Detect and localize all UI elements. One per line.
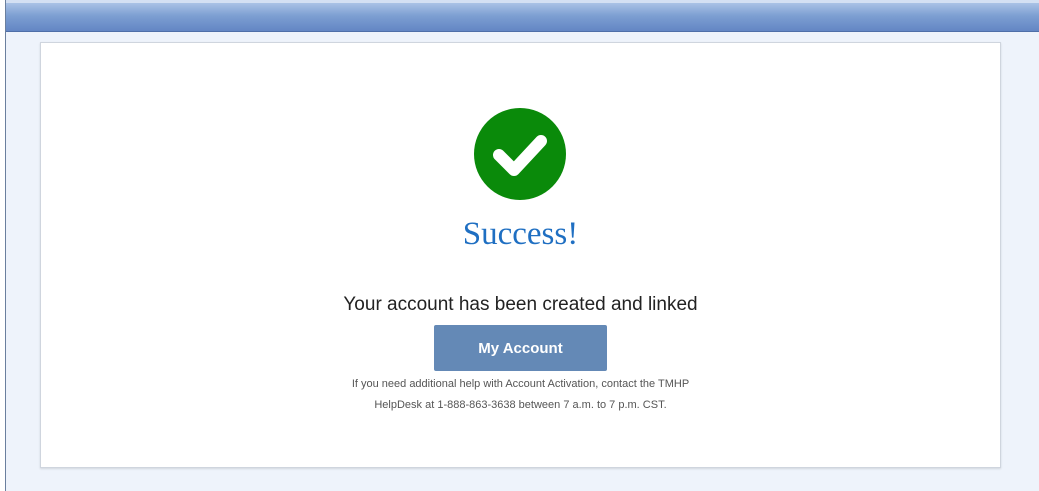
checkmark-icon xyxy=(493,135,547,176)
header-bar xyxy=(6,0,1039,32)
help-text-line: If you need additional help with Account… xyxy=(351,378,690,390)
page-title: Success! xyxy=(462,216,579,252)
success-panel: Success! Your account has been created a… xyxy=(40,42,1001,468)
my-account-button[interactable]: My Account xyxy=(434,325,607,371)
browser-frame: Success! Your account has been created a… xyxy=(5,0,1039,491)
success-message: Your account has been created and linked xyxy=(343,294,698,315)
help-text: If you need additional help with Account… xyxy=(41,374,1000,416)
check-circle-icon xyxy=(474,108,566,200)
help-text-line: HelpDesk at 1-888-863-3638 between 7 a.m… xyxy=(374,399,667,411)
